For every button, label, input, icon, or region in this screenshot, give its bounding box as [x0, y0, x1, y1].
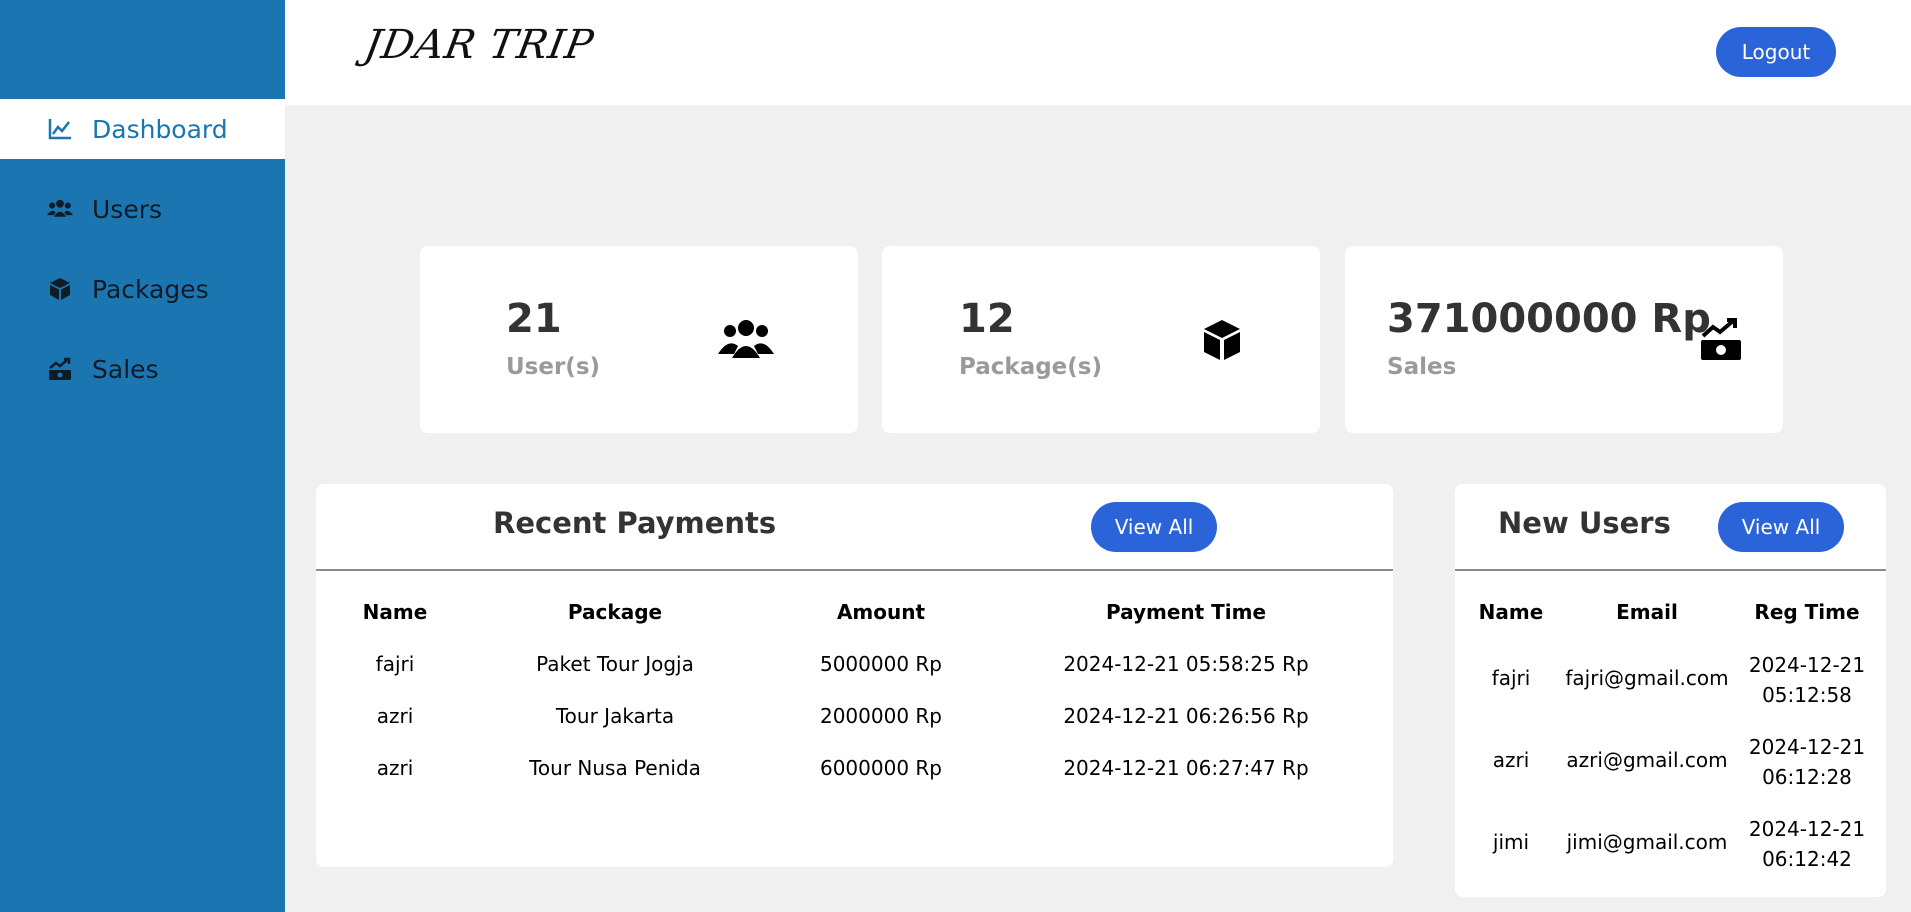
- box-icon: [46, 275, 74, 303]
- line-chart-icon: [46, 115, 74, 143]
- table-cell: 2024-12-21 06:12:42: [1748, 817, 1866, 871]
- sidebar-item-label: Dashboard: [92, 114, 228, 144]
- table-cell: fajri: [1491, 666, 1531, 690]
- stat-card-sales: 371000000 Rp Sales: [1345, 246, 1783, 433]
- column-header: Amount: [836, 600, 926, 624]
- table-cell: fajri@gmail.com: [1565, 666, 1729, 690]
- column-header: Email: [1616, 600, 1678, 624]
- stat-card-users: 21 User(s): [420, 246, 858, 433]
- stat-value: 371000000 Rp: [1387, 296, 1711, 342]
- panel-title: Recent Payments: [493, 506, 777, 540]
- table-cell: azri: [376, 756, 414, 780]
- stat-label: Package(s): [959, 354, 1102, 380]
- table-cell: Paket Tour Jogja: [536, 652, 694, 676]
- table-cell: 2024-12-21 06:27:47 Rp: [1063, 756, 1309, 780]
- stat-label: User(s): [506, 354, 601, 380]
- recent-payments-panel: Recent Payments View All Name Package Am…: [316, 484, 1393, 867]
- money-chart-icon: [46, 355, 74, 383]
- sidebar: Dashboard Users Packages Sales: [0, 0, 285, 912]
- top-bar: JDAR TRIP Logout: [285, 0, 1911, 105]
- table-cell: 2024-12-21 06:12:28: [1748, 735, 1866, 789]
- stat-value: 21: [506, 296, 562, 342]
- users-icon: [46, 195, 74, 223]
- column-header: Payment Time: [1105, 600, 1267, 624]
- column-header: Name: [362, 600, 428, 624]
- table-cell: azri@gmail.com: [1566, 748, 1728, 772]
- sidebar-item-sales[interactable]: Sales: [0, 339, 285, 399]
- table-cell: 2024-12-21 05:12:58: [1748, 653, 1866, 707]
- sidebar-item-label: Packages: [92, 274, 209, 304]
- sidebar-item-label: Sales: [92, 354, 159, 384]
- table-cell: azri: [376, 704, 414, 728]
- sidebar-item-packages[interactable]: Packages: [0, 259, 285, 319]
- sidebar-item-dashboard[interactable]: Dashboard: [0, 99, 285, 159]
- logout-button[interactable]: Logout: [1716, 27, 1836, 77]
- column-header: Reg Time: [1754, 600, 1860, 624]
- divider: [316, 569, 1393, 571]
- table-cell: jimi@gmail.com: [1566, 830, 1728, 854]
- money-chart-icon: [1699, 314, 1743, 366]
- table-cell: 5000000 Rp: [819, 652, 943, 676]
- logo: JDAR TRIP: [360, 22, 598, 68]
- new-users-panel: New Users View All Name Email Reg Time f…: [1455, 484, 1886, 897]
- table-cell: 2000000 Rp: [819, 704, 943, 728]
- column-header: Name: [1478, 600, 1544, 624]
- view-all-users-button[interactable]: View All: [1718, 502, 1844, 552]
- table-cell: jimi: [1492, 830, 1530, 854]
- column-header: Package: [567, 600, 663, 624]
- table-cell: 2024-12-21 06:26:56 Rp: [1063, 704, 1309, 728]
- table-cell: azri: [1492, 748, 1530, 772]
- table-cell: Tour Nusa Penida: [529, 756, 701, 780]
- users-icon: [718, 314, 774, 366]
- table-cell: 6000000 Rp: [819, 756, 943, 780]
- stat-card-packages: 12 Package(s): [882, 246, 1320, 433]
- box-icon: [1200, 314, 1244, 366]
- table-cell: Tour Jakarta: [555, 704, 675, 728]
- table-cell: 2024-12-21 05:58:25 Rp: [1063, 652, 1309, 676]
- stat-label: Sales: [1387, 354, 1457, 380]
- divider: [1455, 569, 1886, 571]
- table-cell: fajri: [375, 652, 415, 676]
- sidebar-item-label: Users: [92, 194, 163, 224]
- view-all-payments-button[interactable]: View All: [1091, 502, 1217, 552]
- stat-value: 12: [959, 296, 1015, 342]
- sidebar-item-users[interactable]: Users: [0, 179, 285, 239]
- panel-title: New Users: [1498, 506, 1671, 540]
